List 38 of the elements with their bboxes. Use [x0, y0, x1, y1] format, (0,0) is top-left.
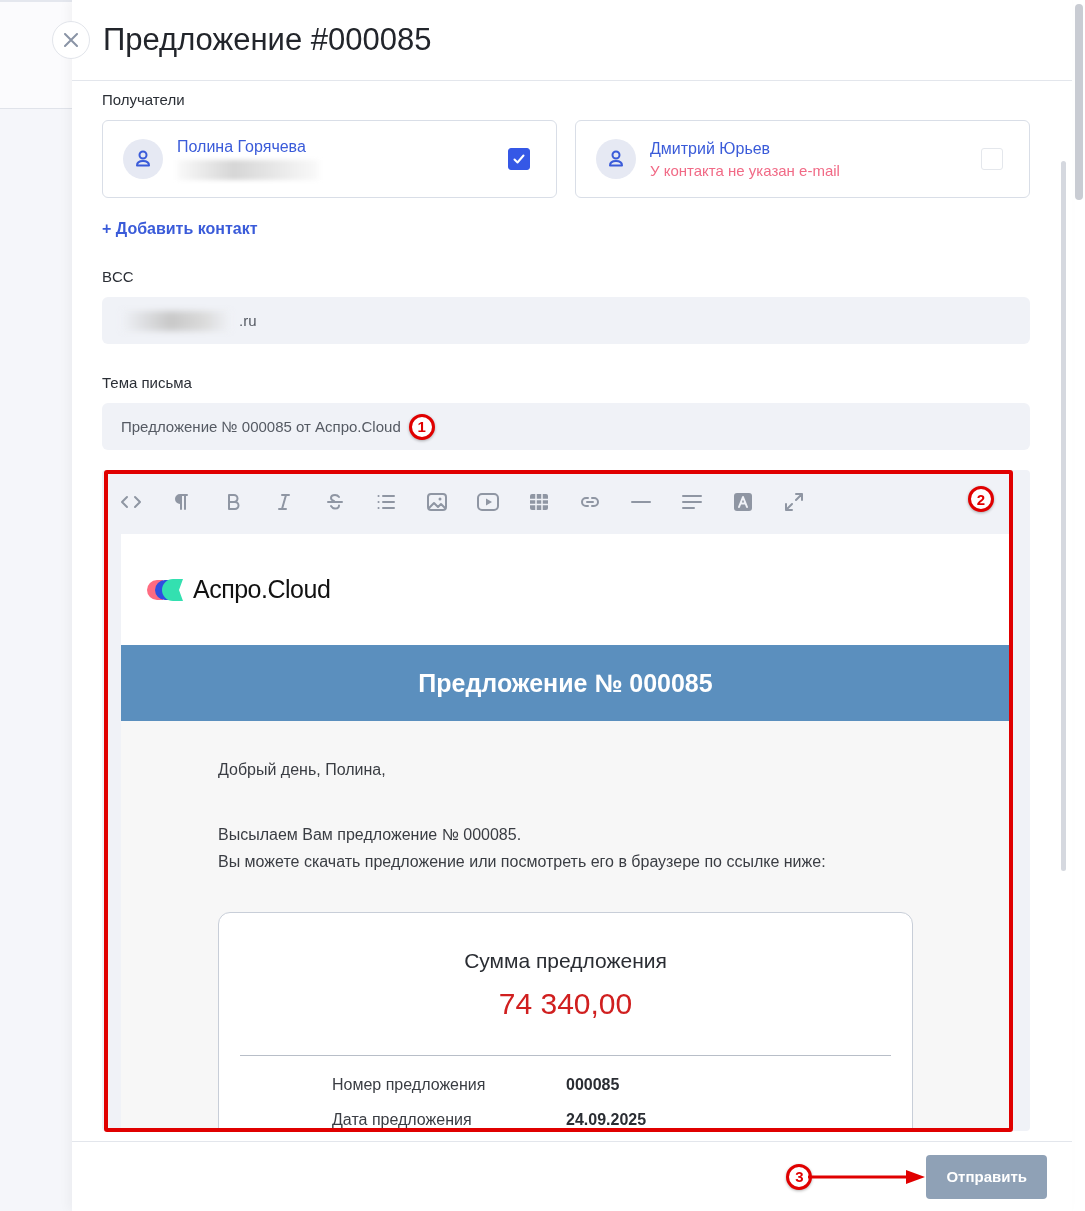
fullscreen-icon[interactable]	[783, 491, 805, 513]
detail-value: 24.09.2025	[566, 1111, 647, 1130]
scrollbar[interactable]	[1061, 161, 1066, 871]
summary-title: Сумма предложения	[463, 949, 668, 973]
field-label: Тема письма	[102, 374, 193, 391]
image-icon[interactable]	[426, 491, 448, 513]
annotation-marker: 1	[408, 413, 435, 440]
logo-icon	[147, 576, 185, 603]
subject-field[interactable]: Предложение № 000085 от Аспро.Cloud 1	[102, 403, 1030, 450]
dialog-title: Предложение #000085	[103, 22, 432, 58]
email-banner: Предложение № 000085	[121, 645, 1010, 721]
text-color-icon[interactable]	[732, 491, 754, 513]
contact-name-link[interactable]: Дмитрий Юрьев	[650, 139, 967, 158]
body-text: Вы можете скачать предложение или посмотреть его в браузере по ссылке ниже:	[218, 852, 827, 872]
avatar-icon	[123, 139, 163, 179]
play-icon[interactable]	[477, 491, 499, 513]
scrollbar[interactable]	[1075, 4, 1083, 200]
section-label: Получатели	[102, 91, 186, 108]
detail-label: Номер предложения	[332, 1076, 487, 1095]
checkbox[interactable]	[508, 148, 530, 170]
check-icon	[512, 152, 526, 166]
contact-name-link[interactable]: Полина Горячева	[177, 138, 494, 156]
email-warning: У контакта не указан e-mail	[650, 161, 841, 179]
amount-text: 74 340,00	[497, 987, 634, 1021]
field-value: Предложение № 000085 от Аспро.Cloud	[121, 418, 401, 435]
bcc-field[interactable]: .ru	[102, 297, 1030, 344]
annotation-marker: 3	[786, 1163, 813, 1190]
detail-value: 000085	[566, 1076, 620, 1095]
logo-text: Аспро.Cloud	[193, 575, 331, 604]
table-icon[interactable]	[528, 491, 550, 513]
close-icon	[64, 33, 78, 47]
add-contact-link[interactable]: + Добавить контакт	[102, 220, 1030, 238]
field-label: BCC	[102, 268, 135, 285]
detail-label: Дата предложения	[332, 1111, 473, 1130]
greeting-text: Добрый день, Полина,	[218, 761, 387, 779]
field-value: .ru	[239, 312, 257, 329]
body-text: Высылаем Вам предложение № 000085.	[218, 825, 523, 845]
avatar-icon	[596, 139, 636, 179]
